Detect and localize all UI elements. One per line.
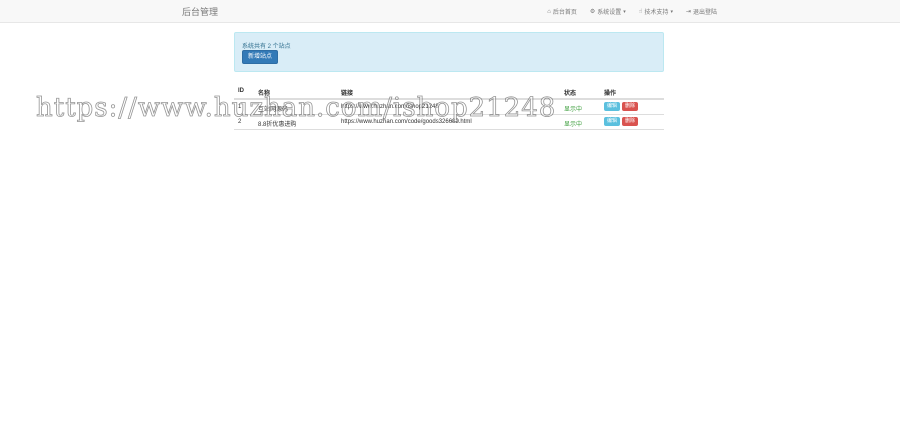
row-url: https://www.huzhan.com/code/goods326682.…: [341, 119, 472, 125]
table-header-row: ID 名称 链接 状态 操作: [234, 84, 664, 100]
nav-settings-label: 系统设置: [597, 10, 622, 16]
header-url: 链接: [341, 91, 354, 97]
caret-down-icon: ▾: [670, 8, 673, 15]
table-row: 1 互站网源码 https://www.huzhan.com/ishop2124…: [234, 100, 664, 115]
delete-button[interactable]: 删除: [622, 102, 639, 111]
gear-icon: ⚙: [589, 9, 596, 15]
row-name: 8.8折优惠进购: [258, 122, 297, 128]
navbar-menu: ⌂ 后台首页 ⚙ 系统设置 ▾ ☝ 技术支持 ▾ ⇥ 退出登陆: [547, 7, 717, 17]
sites-table: ID 名称 链接 状态 操作 1 互站网源码 https://www.huzha…: [234, 84, 664, 130]
delete-button[interactable]: 删除: [622, 117, 639, 126]
nav-logout[interactable]: ⇥ 退出登陆: [686, 7, 717, 16]
header-id: ID: [238, 88, 244, 94]
table-row: 2 8.8折优惠进购 https://www.huzhan.com/code/g…: [234, 115, 664, 130]
header-name: 名称: [258, 91, 271, 97]
add-site-button[interactable]: 新增站点: [242, 50, 279, 64]
row-name: 互站网源码: [258, 107, 289, 113]
row-status: 显示中: [564, 107, 583, 113]
site-count-text: 系统共有 2 个站点: [242, 44, 291, 50]
caret-down-icon: ▾: [623, 8, 626, 15]
nav-support-dropdown[interactable]: ☝ 技术支持 ▾: [638, 7, 673, 17]
nav-home-label: 后台首页: [552, 10, 577, 16]
row-actions: 编辑 删除: [604, 102, 639, 111]
row-actions: 编辑 删除: [604, 117, 639, 126]
nav-logout-label: 退出登陆: [692, 10, 717, 16]
home-icon: ⌂: [547, 8, 551, 15]
logout-icon: ⇥: [685, 9, 691, 15]
site-count-alert: 系统共有 2 个站点 新增站点: [234, 32, 664, 72]
nav-support-label: 技术支持: [644, 10, 669, 16]
row-id: 1: [238, 104, 242, 110]
row-url: https://www.huzhan.com/ishop21248: [341, 104, 439, 110]
nav-settings-dropdown[interactable]: ⚙ 系统设置 ▾: [589, 7, 626, 17]
thumbs-up-icon: ☝: [638, 9, 643, 15]
row-status: 显示中: [564, 122, 583, 128]
row-id: 2: [238, 119, 242, 125]
edit-button[interactable]: 编辑: [604, 102, 621, 111]
nav-home[interactable]: ⌂ 后台首页: [547, 7, 577, 17]
top-navbar: 后台管理 ⌂ 后台首页 ⚙ 系统设置 ▾ ☝ 技术支持 ▾ ⇥ 退出登陆: [0, 0, 900, 23]
navbar-brand[interactable]: 后台管理: [182, 5, 218, 18]
header-status: 状态: [564, 91, 577, 97]
header-ops: 操作: [604, 91, 617, 97]
edit-button[interactable]: 编辑: [604, 117, 621, 126]
